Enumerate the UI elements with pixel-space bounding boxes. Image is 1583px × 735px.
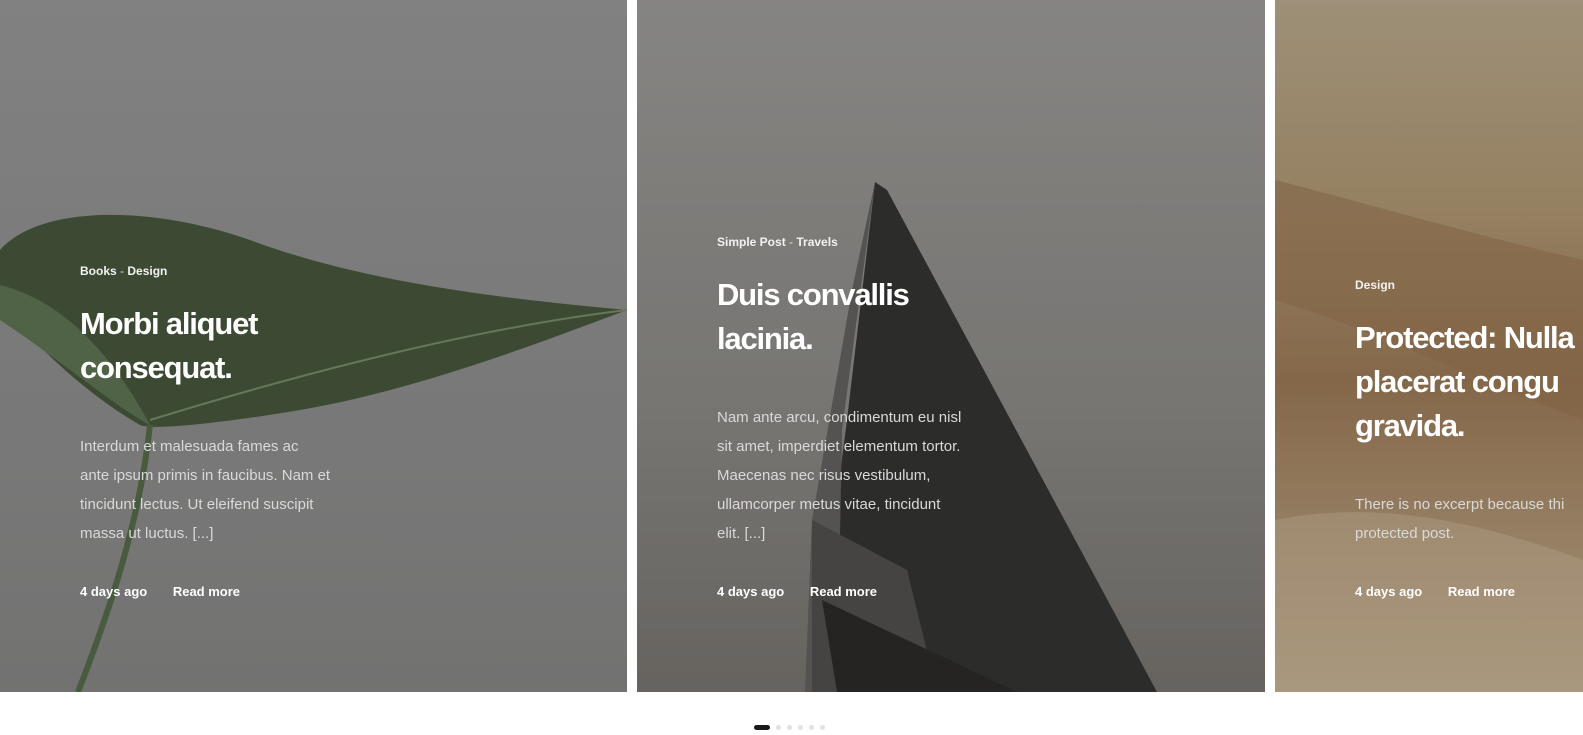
pagination-dot[interactable] xyxy=(798,724,803,730)
category-link[interactable]: Travels xyxy=(796,235,837,249)
post-slide-1[interactable]: Books - Design Morbi aliquet consequat. … xyxy=(0,0,627,692)
post-categories: Design xyxy=(1355,278,1583,292)
category-link[interactable]: Design xyxy=(1355,278,1395,292)
post-date: 4 days ago xyxy=(717,584,785,599)
post-slide-3[interactable]: Design Protected: Nulla placerat congu g… xyxy=(1275,0,1583,692)
pagination-dot[interactable] xyxy=(820,724,825,730)
post-title[interactable]: Protected: Nulla placerat congu gravida. xyxy=(1355,316,1583,448)
post-excerpt: There is no excerpt because thi protecte… xyxy=(1355,496,1565,542)
post-categories: Books - Design xyxy=(80,264,168,278)
category-link[interactable]: Design xyxy=(127,264,167,278)
read-more-link[interactable]: Read more xyxy=(1448,584,1515,599)
pagination-dot[interactable] xyxy=(776,724,781,730)
post-meta: 4 days ago Read more xyxy=(1355,584,1583,599)
pagination-dot[interactable] xyxy=(787,724,792,730)
carousel-pagination xyxy=(754,724,825,730)
category-link[interactable]: Simple Post xyxy=(717,235,786,249)
post-meta: 4 days ago Read more xyxy=(717,584,1007,599)
pagination-dot[interactable] xyxy=(754,724,770,730)
read-more-link[interactable]: Read more xyxy=(810,584,877,599)
post-excerpt: Interdum et malesuada fames ac ante ipsu… xyxy=(80,438,331,542)
post-content: Books - Design Morbi aliquet consequat. … xyxy=(80,264,370,599)
post-meta: 4 days ago Read more xyxy=(80,584,370,599)
category-link[interactable]: Books xyxy=(80,264,117,278)
post-excerpt: Nam ante arcu, condimentum eu nisl sit a… xyxy=(717,409,962,542)
post-date: 4 days ago xyxy=(80,584,148,599)
post-slide-2[interactable]: Simple Post - Travels Duis convallis lac… xyxy=(637,0,1265,692)
post-title[interactable]: Duis convallis lacinia. xyxy=(717,273,1007,361)
post-carousel[interactable]: Books - Design Morbi aliquet consequat. … xyxy=(0,0,1583,692)
pagination-dot[interactable] xyxy=(809,724,814,730)
post-content: Design Protected: Nulla placerat congu g… xyxy=(1355,278,1583,599)
post-categories: Simple Post - Travels xyxy=(717,235,838,249)
read-more-link[interactable]: Read more xyxy=(173,584,240,599)
post-content: Simple Post - Travels Duis convallis lac… xyxy=(717,235,1007,599)
post-title[interactable]: Morbi aliquet consequat. xyxy=(80,302,370,390)
post-date: 4 days ago xyxy=(1355,584,1423,599)
